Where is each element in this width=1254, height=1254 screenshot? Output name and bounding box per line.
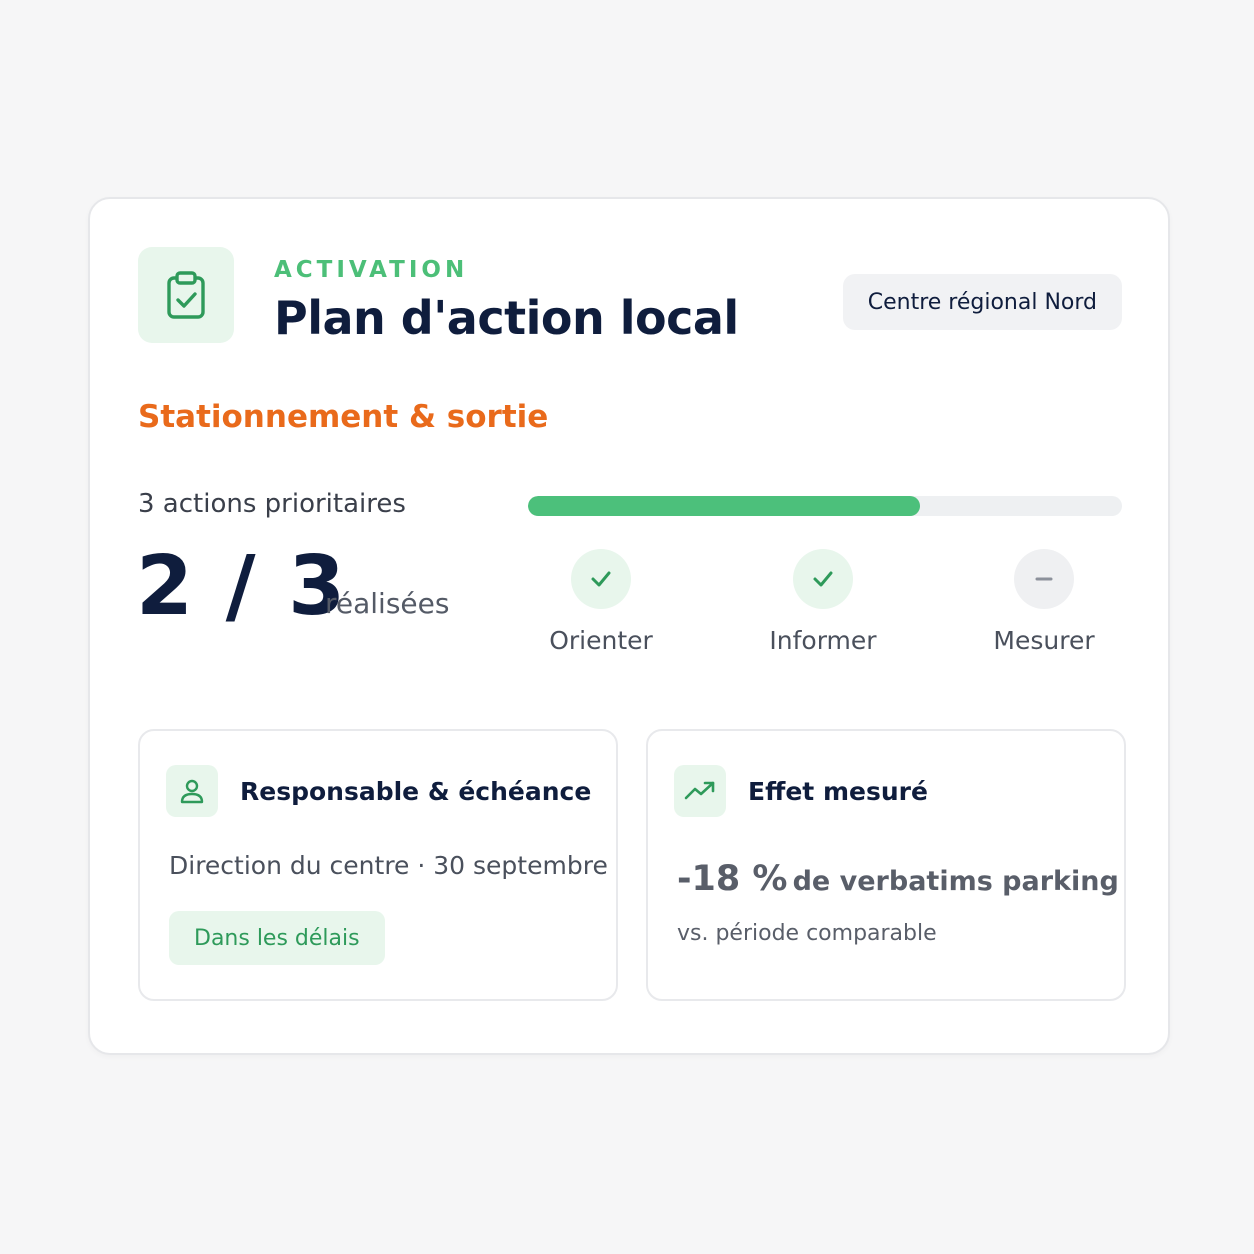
step-label: Mesurer <box>993 626 1095 655</box>
topic-heading: Stationnement & sortie <box>138 399 549 435</box>
progress-fill <box>528 496 921 516</box>
owner-deadline-card: Responsable & échéance Direction du cent… <box>138 729 618 1001</box>
effect-note: vs. période comparable <box>677 921 937 946</box>
user-icon <box>166 765 218 817</box>
section-eyebrow: ACTIVATION <box>274 257 469 283</box>
clipboard-check-icon <box>138 247 234 343</box>
owner-card-title: Responsable & échéance <box>240 777 592 806</box>
status-badge: Dans les délais <box>169 911 385 965</box>
effect-value-text: de verbatims parking <box>792 866 1119 897</box>
completion-count: 2 / 3 <box>136 539 348 634</box>
progress-bar <box>528 496 1122 516</box>
effect-metric: -18 % de verbatims parking <box>677 859 1119 899</box>
action-plan-card: ACTIVATION Plan d'action local Centre ré… <box>88 197 1170 1055</box>
owner-deadline-text: Direction du centre · 30 septembre <box>169 851 608 880</box>
measured-effect-card: Effet mesuré -18 % de verbatims parking … <box>646 729 1126 1001</box>
effect-card-title: Effet mesuré <box>748 777 928 806</box>
step-orienter[interactable]: Orienter <box>511 549 691 655</box>
completion-suffix: réalisées <box>325 587 450 620</box>
region-badge[interactable]: Centre régional Nord <box>842 274 1122 330</box>
step-mesurer[interactable]: Mesurer <box>954 549 1134 655</box>
actions-label: 3 actions prioritaires <box>138 489 406 519</box>
step-informer[interactable]: Informer <box>733 549 913 655</box>
step-label: Orienter <box>549 626 653 655</box>
check-icon <box>793 549 853 609</box>
page-title: Plan d'action local <box>274 291 739 345</box>
effect-value: -18 % <box>677 859 788 899</box>
trend-up-icon <box>674 765 726 817</box>
step-label: Informer <box>769 626 877 655</box>
minus-icon <box>1014 549 1074 609</box>
check-icon <box>571 549 631 609</box>
